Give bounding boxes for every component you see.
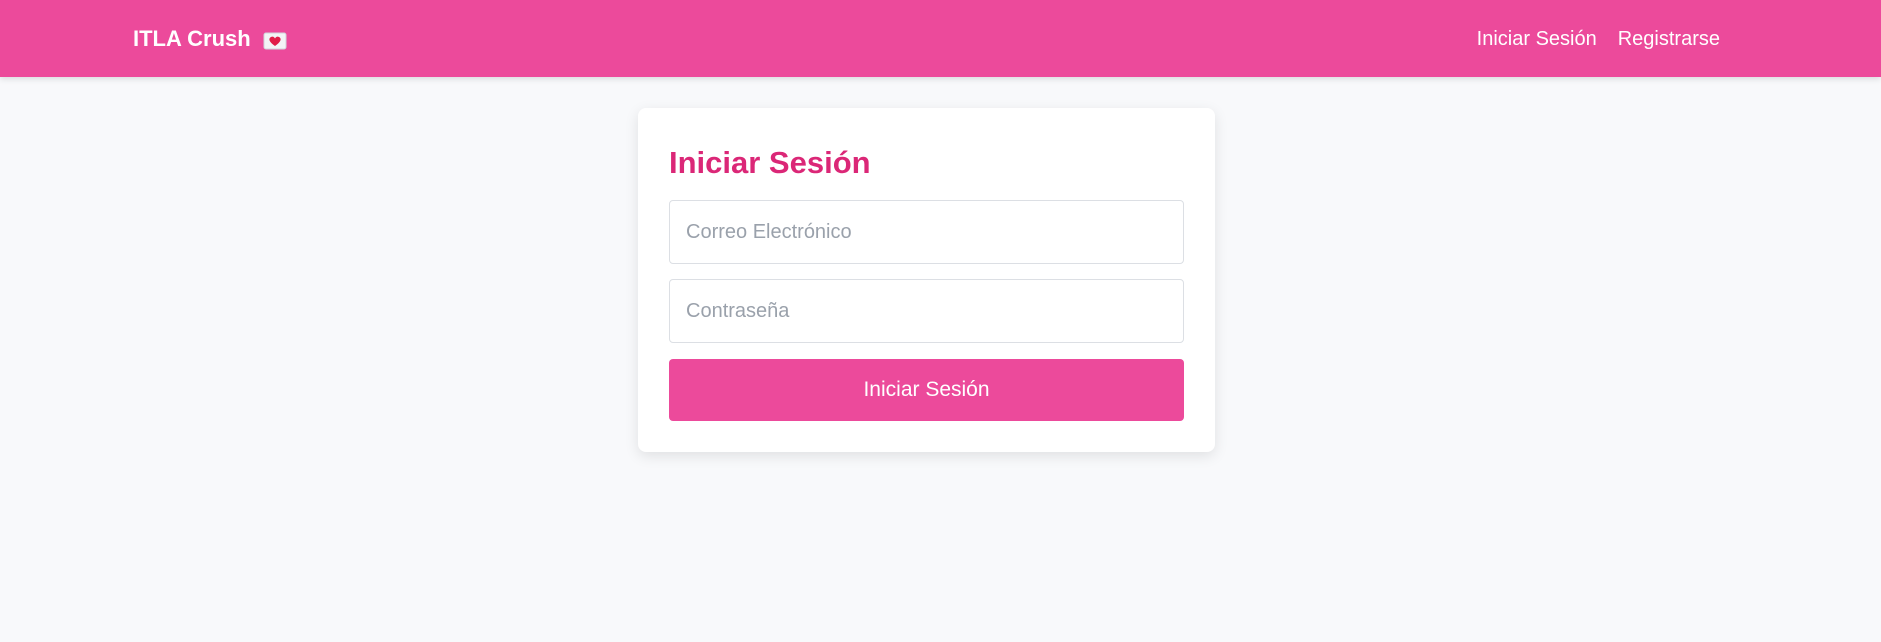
top-navbar: ITLA Crush Iniciar Sesión Registrarse — [0, 0, 1881, 77]
login-title: Iniciar Sesión — [669, 145, 871, 180]
nav-links: Iniciar Sesión Registrarse — [1477, 26, 1720, 52]
password-input[interactable] — [669, 279, 1184, 343]
nav-link-register[interactable]: Registrarse — [1618, 26, 1720, 52]
nav-link-login[interactable]: Iniciar Sesión — [1477, 26, 1597, 52]
email-input[interactable] — [669, 200, 1184, 264]
login-submit-button[interactable]: Iniciar Sesión — [669, 359, 1184, 421]
brand-link[interactable]: ITLA Crush — [133, 24, 287, 54]
brand-name: ITLA Crush — [133, 26, 251, 51]
love-letter-icon — [263, 30, 287, 50]
login-card: Iniciar Sesión Iniciar Sesión — [638, 108, 1215, 452]
